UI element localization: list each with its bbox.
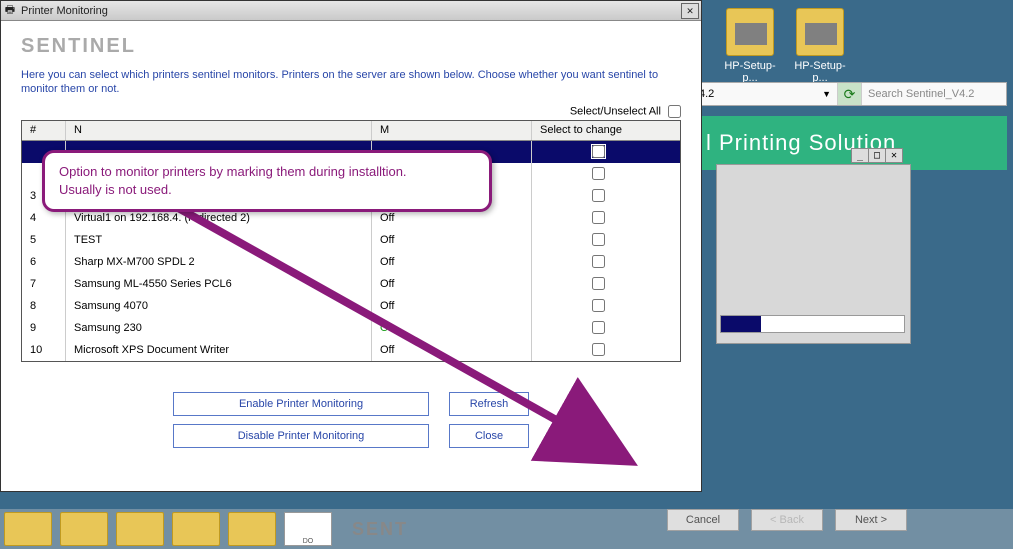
desktop-icon-hpsetup-2[interactable]: HP-Setup-p... xyxy=(790,8,850,84)
column-header-monitor[interactable]: M xyxy=(372,121,532,140)
cell-num: 7 xyxy=(22,273,66,295)
cell-monitor: Off xyxy=(372,295,532,317)
cell-select xyxy=(532,207,656,229)
document-icon[interactable]: DO xyxy=(284,512,332,546)
cell-monitor: Off xyxy=(372,229,532,251)
cell-select xyxy=(532,317,656,339)
titlebar[interactable]: 🖶 Printer Monitoring ✕ xyxy=(1,1,701,21)
row-checkbox[interactable] xyxy=(592,255,605,268)
enable-monitoring-button[interactable]: Enable Printer Monitoring xyxy=(173,392,429,416)
desktop-icon-label: HP-Setup-p... xyxy=(720,60,780,84)
table-row[interactable]: 8Samsung 4070Off xyxy=(22,295,680,317)
row-checkbox[interactable] xyxy=(592,343,605,356)
cell-select xyxy=(532,185,656,207)
cell-select xyxy=(532,295,656,317)
disable-monitoring-button[interactable]: Disable Printer Monitoring xyxy=(173,424,429,448)
refresh-button[interactable]: Refresh xyxy=(449,392,529,416)
banner: l Printing Solution xyxy=(692,116,1007,170)
cell-monitor: Off xyxy=(372,273,532,295)
cell-select xyxy=(532,163,656,185)
row-checkbox[interactable] xyxy=(592,321,605,334)
table-row[interactable]: 6Sharp MX-M700 SPDL 2Off xyxy=(22,251,680,273)
cell-name: Samsung ML-4550 Series PCL6 xyxy=(66,273,372,295)
table-row[interactable]: 7Samsung ML-4550 Series PCL6Off xyxy=(22,273,680,295)
dialog-title: Printer Monitoring xyxy=(21,5,108,17)
maximize-icon[interactable]: □ xyxy=(868,148,886,163)
annotation-callout: Option to monitor printers by marking th… xyxy=(42,150,492,212)
row-checkbox[interactable] xyxy=(592,233,605,246)
close-icon[interactable]: ✕ xyxy=(681,3,699,19)
close-icon[interactable]: ✕ xyxy=(885,148,903,163)
cell-select xyxy=(532,229,656,251)
close-button[interactable]: Close xyxy=(449,424,529,448)
explorer-address-bar: 4.2 ▼ ⟳ Search Sentinel_V4.2 xyxy=(692,82,1007,106)
taskbar: DO SENT xyxy=(0,509,1013,549)
folder-icon[interactable] xyxy=(228,512,276,546)
cell-name: Samsung 4070 xyxy=(66,295,372,317)
row-checkbox[interactable] xyxy=(592,277,605,290)
row-checkbox[interactable] xyxy=(592,189,605,202)
explorer-path[interactable]: 4.2 ▼ xyxy=(693,83,838,105)
zip-icon xyxy=(796,8,844,56)
minimize-icon[interactable]: _ xyxy=(851,148,869,163)
folder-icon[interactable] xyxy=(116,512,164,546)
row-checkbox[interactable] xyxy=(592,211,605,224)
cell-name: Sharp MX-M700 SPDL 2 xyxy=(66,251,372,273)
cell-name: Samsung 230 xyxy=(66,317,372,339)
column-header-select[interactable]: Select to change xyxy=(532,121,656,140)
cell-num: 8 xyxy=(22,295,66,317)
folder-icon[interactable] xyxy=(60,512,108,546)
cell-monitor: On xyxy=(372,317,532,339)
row-checkbox[interactable] xyxy=(592,299,605,312)
cell-select xyxy=(532,339,656,361)
refresh-icon[interactable]: ⟳ xyxy=(838,83,862,105)
table-row[interactable]: 5TESTOff xyxy=(22,229,680,251)
zip-icon xyxy=(726,8,774,56)
cell-monitor: Off xyxy=(372,251,532,273)
sentinel-logo: SENTINEL xyxy=(21,35,681,58)
cell-num: 10 xyxy=(22,339,66,361)
printer-icon: 🖶 xyxy=(3,4,17,18)
table-row[interactable]: 9Samsung 230On xyxy=(22,317,680,339)
folder-icon[interactable] xyxy=(172,512,220,546)
row-checkbox[interactable] xyxy=(592,145,605,158)
desktop-icon-hpsetup-1[interactable]: HP-Setup-p... xyxy=(720,8,780,84)
cell-select xyxy=(532,251,656,273)
select-all-checkbox[interactable] xyxy=(668,105,681,118)
select-all-row: Select/Unselect All xyxy=(21,105,681,118)
taskbar-logo: SENT xyxy=(340,519,420,540)
cell-select xyxy=(532,273,656,295)
cell-num: 6 xyxy=(22,251,66,273)
explorer-search-input[interactable]: Search Sentinel_V4.2 xyxy=(862,88,1006,100)
row-checkbox[interactable] xyxy=(592,167,605,180)
cell-select xyxy=(532,141,656,163)
cell-name: Microsoft XPS Document Writer xyxy=(66,339,372,361)
cell-num: 5 xyxy=(22,229,66,251)
progress-bar xyxy=(720,315,905,333)
table-row[interactable]: 10Microsoft XPS Document WriterOff xyxy=(22,339,680,361)
printer-monitoring-dialog: 🖶 Printer Monitoring ✕ SENTINEL Here you… xyxy=(0,0,702,492)
cell-monitor: Off xyxy=(372,339,532,361)
folder-icon[interactable] xyxy=(4,512,52,546)
intro-text: Here you can select which printers senti… xyxy=(21,68,681,97)
cell-name: TEST xyxy=(66,229,372,251)
column-header-name[interactable]: N xyxy=(66,121,372,140)
dropdown-arrow-icon[interactable]: ▼ xyxy=(822,89,831,99)
desktop-icon-label: HP-Setup-p... xyxy=(790,60,850,84)
column-header-num[interactable]: # xyxy=(22,121,66,140)
cell-num: 9 xyxy=(22,317,66,339)
